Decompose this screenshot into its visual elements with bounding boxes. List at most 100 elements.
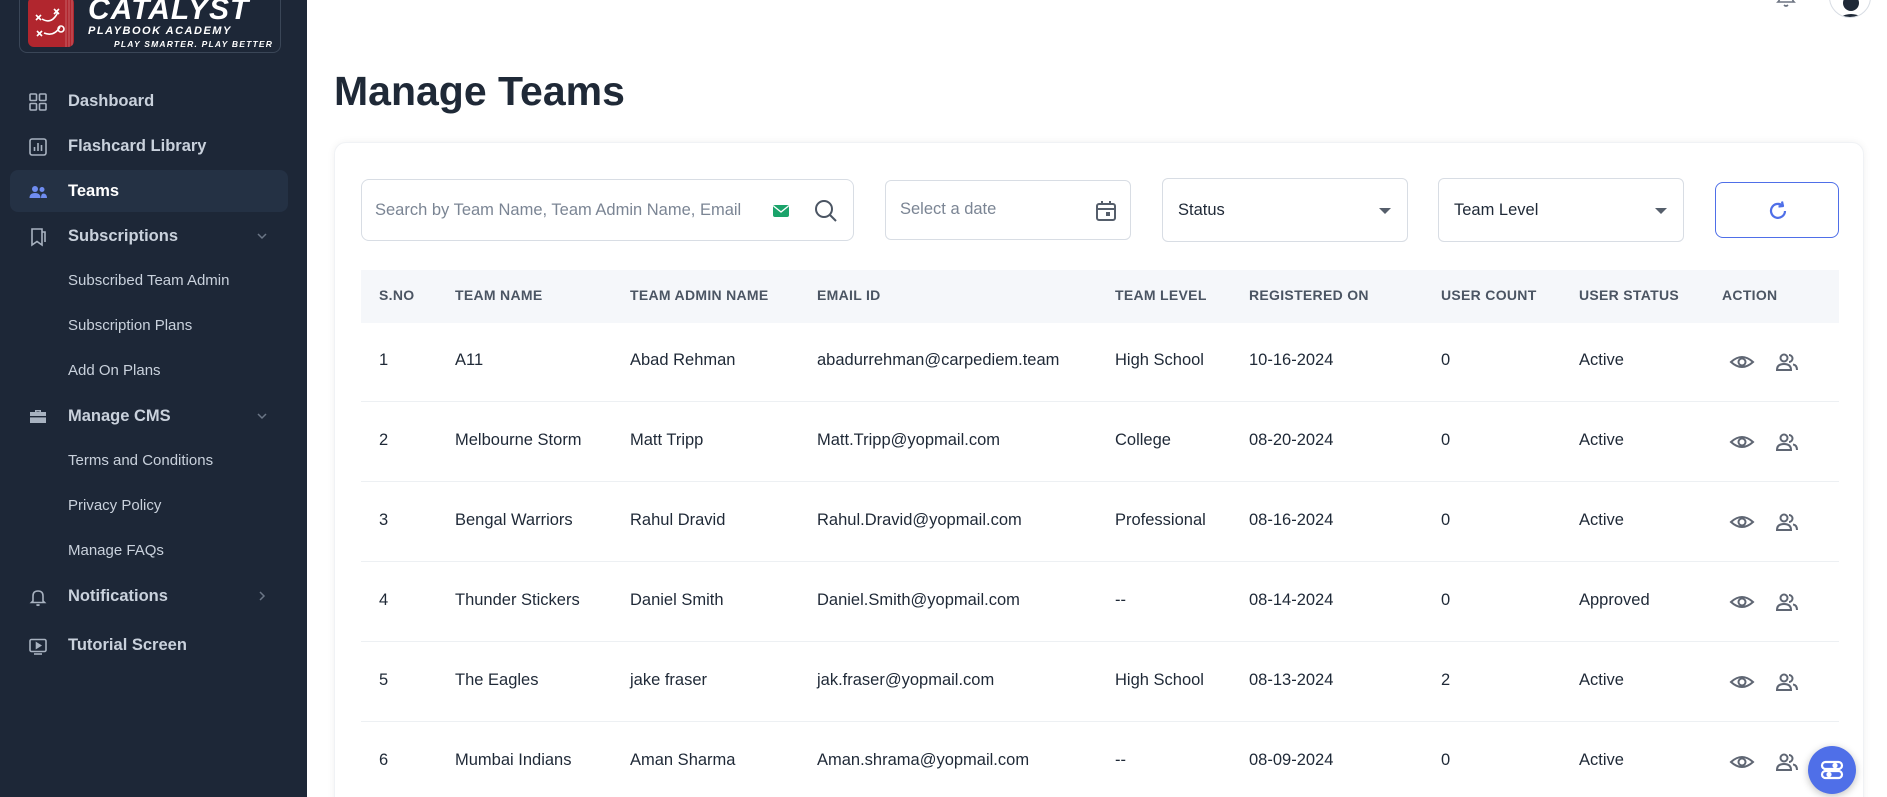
column-header-team-admin-name: TEAM ADMIN NAME [630,287,769,303]
cell-team-name: The Eagles [455,671,539,689]
cell-user-count: 0 [1441,431,1451,449]
sidebar-subitem-faqs[interactable]: Manage FAQs [68,542,164,559]
sidebar-item-label: Manage CMS [68,406,171,425]
notification-bell-icon[interactable] [1775,0,1797,10]
view-eye-icon[interactable] [1729,429,1755,455]
cell-sno: 3 [379,511,389,529]
cell-user-status: Active [1579,751,1624,769]
cell-team-level: College [1115,431,1171,449]
column-header-email: EMAIL ID [817,287,881,303]
sidebar-item-tutorial-screen[interactable]: Tutorial Screen [10,624,288,666]
cell-team-name: Thunder Stickers [455,591,580,609]
sidebar-subitem-add-on-plans[interactable]: Add On Plans [68,362,161,379]
refresh-icon [1769,201,1787,219]
page-title: Manage Teams [334,68,625,114]
sidebar-item-dashboard[interactable]: Dashboard [10,80,288,122]
team-members-icon[interactable] [1774,589,1800,615]
team-level-select-label: Team Level [1454,201,1539,219]
table-row: 2 Melbourne Storm Matt Tripp Matt.Tripp@… [361,402,1839,482]
cell-registered-on: 08-13-2024 [1249,671,1334,689]
caret-down-icon [1379,208,1391,214]
view-eye-icon[interactable] [1729,509,1755,535]
cell-admin-name: Matt Tripp [630,431,704,449]
cell-sno: 1 [379,351,389,369]
receipt-icon [31,228,46,247]
team-members-icon[interactable] [1774,749,1800,775]
cell-user-status: Active [1579,511,1624,529]
cell-user-status: Active [1579,351,1624,369]
cell-user-count: 0 [1441,751,1451,769]
table-row: 6 Mumbai Indians Aman Sharma Aman.shrama… [361,722,1839,797]
column-header-team-level: TEAM LEVEL [1115,287,1207,303]
search-input[interactable]: Search by Team Name, Team Admin Name, Em… [361,179,854,241]
refresh-button[interactable] [1715,182,1839,238]
users-icon [29,186,47,198]
menu-toggle-icon [1820,760,1844,780]
chevron-down-icon [257,413,267,420]
cell-team-name: Mumbai Indians [455,751,572,769]
column-header-user-count: USER COUNT [1441,287,1537,303]
cell-email: Rahul.Dravid@yopmail.com [817,511,1022,529]
cell-admin-name: jake fraser [630,671,708,689]
sidebar-item-manage-cms[interactable]: Manage CMS [10,395,288,437]
grid-icon [29,93,47,111]
status-select[interactable]: Status [1162,178,1408,242]
sidebar-item-notifications[interactable]: Notifications [10,575,288,617]
sidebar-subitem-subscription-plans[interactable]: Subscription Plans [68,317,192,334]
chevron-down-icon [257,233,267,240]
team-level-select[interactable]: Team Level [1438,178,1684,242]
sidebar-subitem-privacy[interactable]: Privacy Policy [68,497,161,514]
table-header: S.NO TEAM NAME TEAM ADMIN NAME EMAIL ID … [361,270,1839,323]
view-eye-icon[interactable] [1729,749,1755,775]
search-placeholder: Search by Team Name, Team Admin Name, Em… [375,201,742,219]
cell-sno: 5 [379,671,389,689]
sidebar-item-flashcard-library[interactable]: Flashcard Library [10,125,288,167]
cell-team-name: A11 [455,351,484,369]
column-header-team-name: TEAM NAME [455,287,543,303]
cell-email: Aman.shrama@yopmail.com [817,751,1030,769]
cell-email: Matt.Tripp@yopmail.com [817,431,1001,449]
floating-menu-button[interactable] [1808,746,1856,794]
cell-registered-on: 08-09-2024 [1249,751,1334,769]
cell-user-status: Active [1579,671,1624,689]
cell-registered-on: 08-16-2024 [1249,511,1334,529]
view-eye-icon[interactable] [1729,669,1755,695]
playbook-logo-icon [28,0,74,47]
view-eye-icon[interactable] [1729,349,1755,375]
status-select-label: Status [1178,201,1225,219]
date-picker-input[interactable]: Select a date [885,180,1131,240]
brand-title: CATALYST [88,0,250,26]
cell-email: abadurrehman@carpediem.team [817,351,1060,369]
cell-sno: 4 [379,591,389,609]
cell-team-level: High School [1115,671,1204,689]
bar-chart-icon [29,138,47,156]
view-eye-icon[interactable] [1729,589,1755,615]
brand-tagline: PLAY SMARTER. PLAY BETTER [114,38,274,49]
user-avatar[interactable] [1829,0,1871,18]
team-members-icon[interactable] [1774,429,1800,455]
sidebar-subitem-terms[interactable]: Terms and Conditions [68,452,213,469]
sidebar-item-subscriptions[interactable]: Subscriptions [10,215,288,257]
cell-team-level: -- [1115,751,1126,769]
brand-logo[interactable]: CATALYST PLAYBOOK ACADEMY PLAY SMARTER. … [19,0,281,53]
column-header-action: ACTION [1722,287,1778,303]
sidebar-subitem-subscribed-team-admin[interactable]: Subscribed Team Admin [68,272,229,289]
team-members-icon[interactable] [1774,349,1800,375]
cell-admin-name: Aman Sharma [630,751,736,769]
sidebar-item-label: Subscriptions [68,226,179,245]
team-members-icon[interactable] [1774,509,1800,535]
bell-icon [29,590,47,607]
cell-email: Daniel.Smith@yopmail.com [817,591,1020,609]
table-row: 5 The Eagles jake fraser jak.fraser@yopm… [361,642,1839,722]
cell-user-count: 0 [1441,511,1451,529]
search-icon[interactable] [813,198,839,224]
sidebar-item-teams[interactable]: Teams [10,170,288,212]
cell-sno: 2 [379,431,389,449]
table-row: 3 Bengal Warriors Rahul Dravid Rahul.Dra… [361,482,1839,562]
email-badge-icon [773,205,789,217]
column-header-user-status: USER STATUS [1579,287,1680,303]
team-members-icon[interactable] [1774,669,1800,695]
calendar-icon[interactable] [1094,199,1118,223]
table-row: 1 A11 Abad Rehman abadurrehman@carpediem… [361,322,1839,402]
user-icon [1840,0,1862,17]
